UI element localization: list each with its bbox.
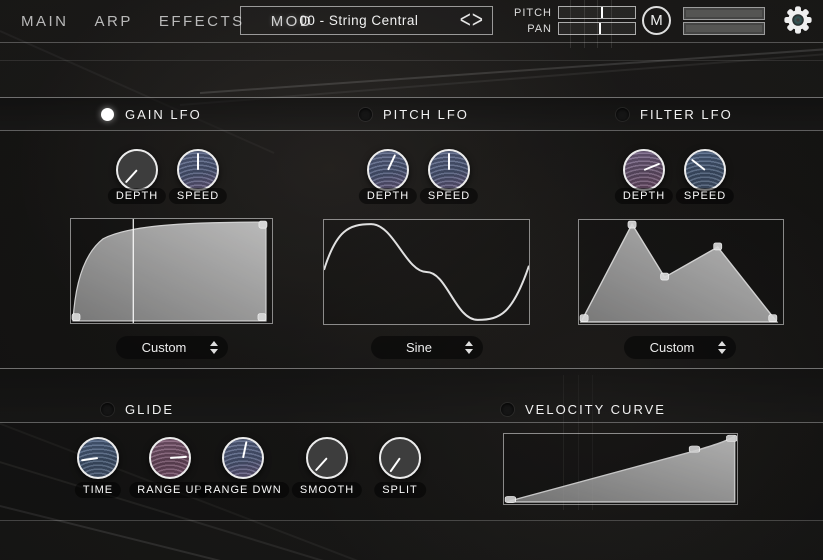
gain-speed-label: SPEED xyxy=(169,188,227,204)
glide-led[interactable] xyxy=(101,403,114,416)
tab-main[interactable]: MAIN xyxy=(8,13,82,30)
velocity-curve-display[interactable] xyxy=(503,433,738,505)
filter-wave-dropdown[interactable]: Custom xyxy=(624,336,736,359)
pitch-slider[interactable] xyxy=(558,6,636,19)
glide-smooth-label: SMOOTH xyxy=(292,482,362,498)
pan-slider-handle xyxy=(599,23,601,34)
velocity-handle[interactable] xyxy=(689,446,699,452)
glide-split-knob[interactable] xyxy=(379,437,421,479)
preset-next-icon[interactable]: > xyxy=(472,9,483,33)
filter-lfo-header: FILTER LFO xyxy=(616,106,733,122)
pitch-lfo-wave-display[interactable] xyxy=(323,219,530,325)
pitch-slider-handle xyxy=(601,7,603,18)
pan-label: PAN xyxy=(504,23,552,35)
pitch-lfo-title: PITCH LFO xyxy=(383,107,469,122)
filter-speed-label: SPEED xyxy=(676,188,734,204)
glide-range-down-label: RANGE DWN xyxy=(196,482,289,498)
gain-depth-knob[interactable] xyxy=(116,149,158,191)
wave-handle[interactable] xyxy=(72,314,80,321)
preset-name: 00 - String Central xyxy=(241,13,451,28)
wave-handle[interactable] xyxy=(714,243,722,250)
settings-gear-icon[interactable] xyxy=(781,3,815,37)
gain-lfo-curve xyxy=(73,222,266,321)
filter-lfo-title: FILTER LFO xyxy=(640,107,733,122)
gain-lfo-header: GAIN LFO xyxy=(101,106,202,122)
gain-speed-knob[interactable] xyxy=(177,149,219,191)
gain-wave-selected: Custom xyxy=(116,340,200,355)
knob-pointer xyxy=(179,151,217,189)
pitch-depth-knob[interactable] xyxy=(367,149,409,191)
level-meter-right xyxy=(683,22,765,35)
wave-handle[interactable] xyxy=(661,273,669,280)
filter-depth-knob[interactable] xyxy=(623,149,665,191)
gain-lfo-title: GAIN LFO xyxy=(125,107,202,122)
velocity-curve-led[interactable] xyxy=(501,403,514,416)
divider xyxy=(0,42,823,43)
preset-prev-icon[interactable]: < xyxy=(460,9,471,33)
divider xyxy=(0,60,823,61)
velocity-curve-title: VELOCITY CURVE xyxy=(525,402,666,417)
velocity-curve-header: VELOCITY CURVE xyxy=(501,401,666,417)
level-meter-left xyxy=(683,7,765,20)
wave-handle[interactable] xyxy=(769,315,777,322)
pitch-lfo-sine-curve xyxy=(324,224,529,320)
wave-handle[interactable] xyxy=(628,221,636,228)
divider xyxy=(0,520,823,521)
glide-title: GLIDE xyxy=(125,402,174,417)
glide-split-label: SPLIT xyxy=(374,482,426,498)
wave-handle[interactable] xyxy=(580,315,588,322)
velocity-handle[interactable] xyxy=(505,496,515,502)
glide-header: GLIDE xyxy=(101,401,174,417)
filter-depth-label: DEPTH xyxy=(615,188,673,204)
pitch-wave-selected: Sine xyxy=(371,340,455,355)
filter-speed-knob[interactable] xyxy=(684,149,726,191)
dropdown-arrows-icon xyxy=(455,341,483,354)
wave-handle[interactable] xyxy=(259,221,267,228)
preset-selector[interactable]: 00 - String Central < > xyxy=(240,6,493,35)
gain-lfo-led[interactable] xyxy=(101,108,114,121)
preset-arrows: < > xyxy=(451,11,492,30)
pan-slider[interactable] xyxy=(558,22,636,35)
velocity-handle[interactable] xyxy=(727,435,737,441)
plugin-window: MAIN ARP EFFECTS MOD 00 - String Central… xyxy=(0,0,823,560)
filter-lfo-curve xyxy=(581,224,777,322)
pitch-lfo-led[interactable] xyxy=(359,108,372,121)
glide-time-knob[interactable] xyxy=(77,437,119,479)
glide-time-label: TIME xyxy=(75,482,121,498)
knob-pointer xyxy=(150,438,191,479)
knob-pointer xyxy=(77,437,120,480)
glide-range-down-knob[interactable] xyxy=(222,437,264,479)
pitch-speed-knob[interactable] xyxy=(428,149,470,191)
knob-pointer xyxy=(430,151,468,189)
gain-lfo-wave-display[interactable] xyxy=(70,218,273,324)
filter-wave-selected: Custom xyxy=(624,340,708,355)
filter-lfo-wave-display[interactable] xyxy=(578,219,784,325)
mono-button[interactable]: M xyxy=(642,6,671,35)
glide-smooth-knob[interactable] xyxy=(306,437,348,479)
gain-wave-dropdown[interactable]: Custom xyxy=(116,336,228,359)
pitch-depth-label: DEPTH xyxy=(359,188,417,204)
dropdown-arrows-icon xyxy=(200,341,228,354)
filter-lfo-led[interactable] xyxy=(616,108,629,121)
pitch-speed-label: SPEED xyxy=(420,188,478,204)
tab-arp[interactable]: ARP xyxy=(82,13,146,30)
pitch-label: PITCH xyxy=(504,7,552,19)
pitch-lfo-header: PITCH LFO xyxy=(359,106,469,122)
glide-range-up-knob[interactable] xyxy=(149,437,191,479)
gain-depth-label: DEPTH xyxy=(108,188,166,204)
dropdown-arrows-icon xyxy=(708,341,736,354)
pitch-wave-dropdown[interactable]: Sine xyxy=(371,336,483,359)
knob-pointer xyxy=(220,435,265,480)
wave-handle[interactable] xyxy=(258,314,266,321)
velocity-curve-path xyxy=(506,436,734,502)
